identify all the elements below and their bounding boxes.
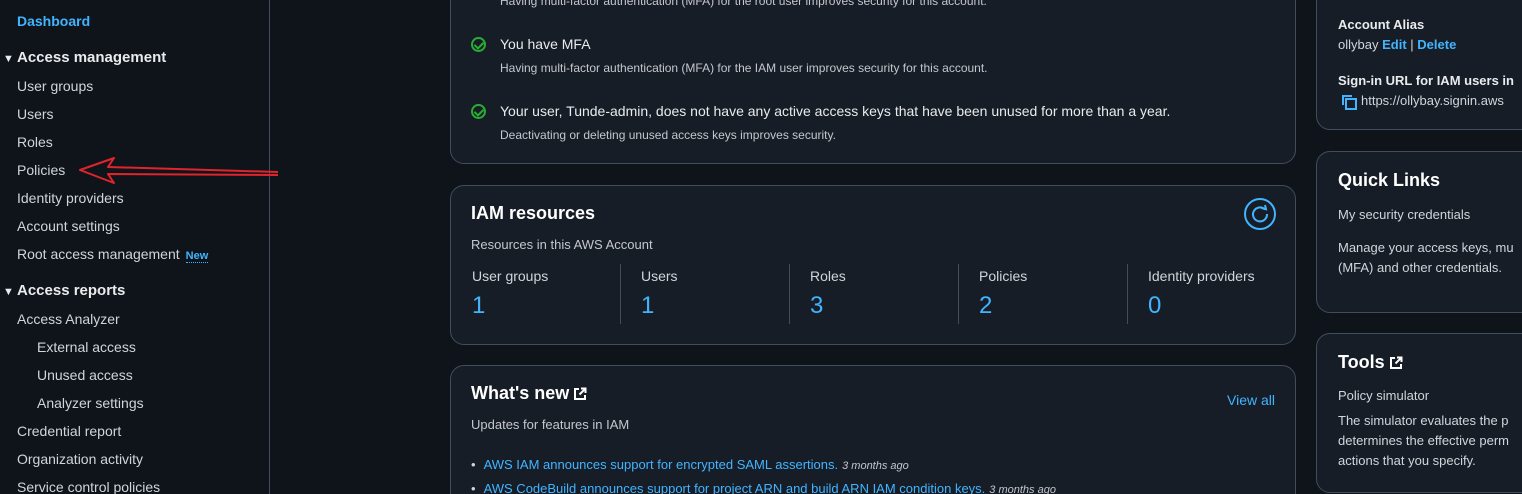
caret-down-icon: ▼ [3, 286, 14, 298]
signin-url-label: Sign-in URL for IAM users in [1338, 73, 1514, 88]
news-item: • AWS IAM announces support for encrypted… [471, 457, 909, 472]
sidebar-item-users[interactable]: Users [17, 106, 54, 122]
caret-down-icon: ▼ [3, 53, 14, 65]
annotation-arrow [79, 157, 279, 184]
news-age: 3 months ago [989, 484, 1056, 494]
sidebar-item-account-settings[interactable]: Account settings [17, 218, 120, 234]
sidebar-item-service-control-policies[interactable]: Service control policies [17, 479, 160, 494]
sidebar-item-identity-providers[interactable]: Identity providers [17, 190, 124, 206]
resource-policies: Policies 2 [958, 264, 1127, 324]
account-alias-value: ollybay [1338, 37, 1379, 52]
external-link-icon [1389, 356, 1403, 370]
sidebar-item-organization-activity[interactable]: Organization activity [17, 451, 143, 467]
sidebar-item-credential-report[interactable]: Credential report [17, 423, 121, 439]
sidebar-item-user-groups[interactable]: User groups [17, 78, 93, 94]
sidebar-item-dashboard[interactable]: Dashboard [17, 13, 90, 29]
resource-users: Users 1 [620, 264, 789, 324]
resource-user-groups: User groups 1 [472, 268, 549, 320]
aws-account-card: Account Alias ollybay Edit | Delete Sign… [1316, 0, 1522, 130]
check-circle-icon [471, 104, 486, 119]
sidebar-item-policies[interactable]: Policies [17, 162, 65, 178]
tools-desc-line1: The simulator evaluates the p [1338, 413, 1509, 428]
quick-links-desc-line1: Manage your access keys, mu [1338, 240, 1514, 255]
sidebar-item-unused-access[interactable]: Unused access [37, 367, 133, 383]
security-recommendations-card: Having multi-factor authentication (MFA)… [450, 0, 1296, 164]
whats-new-card: What's new Updates for features in IAM V… [450, 365, 1296, 494]
my-security-credentials-link[interactable]: My security credentials [1338, 207, 1470, 222]
tools-desc-line2: determines the effective perm [1338, 433, 1510, 448]
tools-card: Tools Policy simulator The simulator eva… [1316, 333, 1522, 493]
sidebar-item-roles[interactable]: Roles [17, 134, 53, 150]
policies-count-link[interactable]: 2 [979, 292, 992, 320]
signin-url: https://ollybay.signin.aws [1361, 93, 1504, 108]
iam-resources-subtitle: Resources in this AWS Account [471, 237, 653, 252]
external-link-icon [574, 387, 587, 401]
roles-count-link[interactable]: 3 [810, 292, 823, 320]
delete-alias-link[interactable]: Delete [1417, 37, 1456, 52]
iam-resources-card: IAM resources Resources in this AWS Acco… [450, 185, 1296, 345]
quick-links-card: Quick Links My security credentials Mana… [1316, 151, 1522, 313]
whats-new-title[interactable]: What's new [471, 383, 587, 404]
account-alias-label: Account Alias [1338, 17, 1425, 32]
resource-identity-providers: Identity providers 0 [1127, 264, 1296, 324]
sidebar-item-analyzer-settings[interactable]: Analyzer settings [37, 395, 144, 411]
section-access-reports[interactable]: ▼ Access reports [0, 282, 125, 299]
copy-icon[interactable] [1341, 94, 1357, 110]
account-alias-row: ollybay Edit | Delete [1338, 37, 1457, 52]
news-item: • AWS CodeBuild announces support for pro… [471, 481, 1056, 494]
signin-url-row: https://ollybay.signin.aws [1341, 93, 1504, 110]
policy-simulator-link[interactable]: Policy simulator [1338, 388, 1429, 403]
mfa-description: Having multi-factor authentication (MFA)… [500, 61, 988, 75]
access-keys-description: Deactivating or deleting unused access k… [500, 128, 836, 142]
section-access-management[interactable]: ▼ Access management [0, 49, 166, 66]
resource-roles: Roles 3 [789, 264, 958, 324]
user-groups-count-link[interactable]: 1 [472, 292, 485, 320]
root-mfa-description: Having multi-factor authentication (MFA)… [500, 0, 987, 8]
refresh-button[interactable] [1244, 198, 1276, 230]
sidebar-item-access-analyzer[interactable]: Access Analyzer [17, 311, 120, 327]
sidebar: Dashboard ▼ Access management User groups… [0, 0, 270, 494]
users-count-link[interactable]: 1 [641, 292, 654, 320]
whats-new-subtitle: Updates for features in IAM [471, 417, 630, 432]
quick-links-desc-line2: (MFA) and other credentials. [1338, 260, 1503, 275]
check-circle-icon [471, 37, 486, 52]
refresh-icon [1252, 204, 1269, 223]
access-keys-title: Your user, Tunde-admin, does not have an… [500, 103, 1171, 119]
identity-providers-count-link[interactable]: 0 [1148, 292, 1161, 320]
sidebar-item-external-access[interactable]: External access [37, 339, 136, 355]
quick-links-title: Quick Links [1338, 170, 1441, 190]
tools-title[interactable]: Tools [1338, 352, 1403, 373]
news-age: 3 months ago [842, 460, 909, 472]
edit-alias-link[interactable]: Edit [1382, 37, 1407, 52]
new-badge: New [185, 250, 209, 263]
mfa-title: You have MFA [500, 36, 591, 52]
iam-resources-title: IAM resources [471, 203, 596, 223]
sidebar-item-root-access-management[interactable]: Root access management New [17, 246, 209, 263]
view-all-link[interactable]: View all [1227, 392, 1275, 408]
news-link[interactable]: AWS IAM announces support for encrypted … [484, 457, 839, 472]
news-link[interactable]: AWS CodeBuild announces support for proj… [484, 481, 986, 494]
tools-desc-line3: actions that you specify. [1338, 453, 1476, 468]
